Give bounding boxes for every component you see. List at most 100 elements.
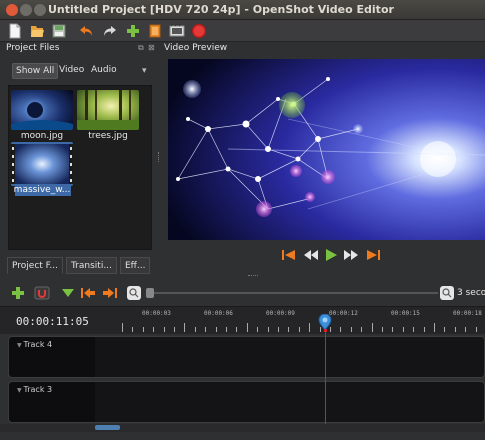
maximize-window-button[interactable] bbox=[34, 4, 46, 16]
ruler-tick bbox=[402, 327, 404, 332]
ruler-label: 00:00:15 bbox=[391, 310, 420, 317]
new-project-icon[interactable] bbox=[6, 22, 24, 40]
rewind-icon[interactable] bbox=[302, 246, 320, 264]
minimize-window-button[interactable] bbox=[20, 4, 32, 16]
track-header[interactable]: ▼ Track 4 bbox=[9, 337, 95, 377]
project-files-title: Project Files bbox=[6, 43, 60, 53]
ruler-tick bbox=[340, 327, 342, 332]
ruler-label: 00:00:12 bbox=[329, 310, 358, 317]
file-thumbnail-massive[interactable] bbox=[11, 142, 73, 186]
open-project-icon[interactable] bbox=[28, 22, 46, 40]
ruler-tick bbox=[298, 327, 300, 332]
scrollbar-thumb[interactable] bbox=[95, 425, 120, 430]
ruler-tick bbox=[153, 327, 155, 332]
ruler-tick bbox=[257, 327, 259, 332]
main-toolbar bbox=[0, 20, 485, 42]
export-video-icon[interactable] bbox=[168, 22, 186, 40]
ruler-tick bbox=[382, 327, 383, 332]
snapping-icon[interactable] bbox=[33, 284, 51, 302]
ruler-tick bbox=[392, 327, 394, 332]
filter-show-all-tab[interactable]: Show All bbox=[12, 63, 59, 79]
jump-to-end-icon[interactable] bbox=[364, 246, 382, 264]
track-header[interactable]: ▼ Track 3 bbox=[9, 382, 95, 422]
redo-icon[interactable] bbox=[100, 22, 118, 40]
ruler-tick bbox=[475, 327, 477, 332]
play-icon[interactable] bbox=[322, 246, 340, 264]
ruler-tick bbox=[288, 327, 290, 332]
ruler-tick bbox=[413, 327, 415, 332]
tab-transitions[interactable]: Transiti... bbox=[66, 257, 117, 274]
timecode-display: 00:00:11:05 bbox=[16, 315, 89, 328]
add-track-icon[interactable] bbox=[9, 284, 27, 302]
ruler-tick bbox=[278, 327, 279, 332]
previous-marker-icon[interactable] bbox=[79, 284, 97, 302]
filter-menu-icon[interactable]: ▾ bbox=[142, 66, 147, 76]
zoom-out-icon[interactable] bbox=[126, 285, 142, 301]
tab-effects[interactable]: Eff... bbox=[120, 257, 151, 274]
title-bar: Untitled Project [HDV 720 24p] - OpenSho… bbox=[0, 0, 485, 20]
track-name: ▼ Track 4 bbox=[17, 340, 53, 349]
add-marker-icon[interactable] bbox=[59, 284, 77, 302]
ruler-tick bbox=[246, 323, 248, 332]
ruler-tick bbox=[184, 323, 186, 332]
save-project-icon[interactable] bbox=[50, 22, 68, 40]
ruler-tick bbox=[371, 323, 373, 332]
zoom-level-label: 3 secor bbox=[457, 288, 485, 298]
playhead-line bbox=[325, 330, 326, 424]
ruler-tick bbox=[205, 327, 207, 332]
ruler-label: 00:00:18 bbox=[453, 310, 482, 317]
undo-icon[interactable] bbox=[78, 22, 96, 40]
ruler-tick bbox=[454, 327, 456, 332]
filter-video-tab[interactable]: Video bbox=[56, 63, 87, 79]
ruler-tick bbox=[142, 327, 144, 332]
profile-icon[interactable] bbox=[146, 22, 164, 40]
ruler-tick bbox=[267, 327, 269, 332]
ruler-tick bbox=[132, 327, 134, 332]
file-name-trees: trees.jpg bbox=[88, 131, 128, 141]
ruler-tick bbox=[174, 327, 175, 332]
file-name-massive: massive_w... bbox=[13, 185, 71, 195]
jump-to-start-icon[interactable] bbox=[280, 246, 298, 264]
ruler-label: 00:00:09 bbox=[266, 310, 295, 317]
ruler-tick bbox=[122, 323, 123, 332]
timeline-horizontal-scrollbar[interactable] bbox=[0, 424, 485, 432]
track-name: ▼ Track 3 bbox=[17, 385, 53, 394]
ruler-tick bbox=[423, 327, 425, 332]
playhead-marker[interactable] bbox=[318, 313, 332, 332]
track-row[interactable]: ▼ Track 3 bbox=[8, 381, 485, 423]
file-thumbnail-moon[interactable] bbox=[11, 90, 73, 130]
ruler-tick bbox=[465, 327, 467, 332]
import-files-icon[interactable] bbox=[124, 22, 142, 40]
zoom-in-icon[interactable] bbox=[439, 285, 455, 301]
ruler-label: 00:00:06 bbox=[204, 310, 233, 317]
file-thumbnail-trees[interactable] bbox=[77, 90, 139, 130]
ruler-tick bbox=[163, 327, 165, 332]
ruler-tick bbox=[361, 327, 363, 332]
ruler-tick bbox=[350, 327, 352, 332]
filter-audio-tab[interactable]: Audio bbox=[88, 63, 120, 79]
ruler-tick bbox=[444, 327, 446, 332]
ruler-tick bbox=[236, 327, 238, 332]
ruler-tick bbox=[215, 327, 217, 332]
video-preview-canvas[interactable] bbox=[168, 59, 485, 240]
fast-forward-icon[interactable] bbox=[342, 246, 360, 264]
next-marker-icon[interactable] bbox=[101, 284, 119, 302]
dock-float-icon[interactable]: ⧉ bbox=[138, 43, 144, 53]
zoom-slider-track[interactable] bbox=[148, 292, 438, 294]
dock-close-icon[interactable]: ⊠ bbox=[148, 43, 155, 52]
file-filter-bar: Show All Video Audio ▾ bbox=[8, 62, 153, 82]
timeline-splitter-handle[interactable] bbox=[248, 275, 258, 277]
ruler-label: 00:00:03 bbox=[142, 310, 171, 317]
record-icon[interactable] bbox=[190, 22, 208, 40]
tab-project-files[interactable]: Project F... bbox=[7, 257, 63, 274]
ruler-tick bbox=[309, 323, 311, 332]
video-preview-title: Video Preview bbox=[164, 43, 228, 53]
close-window-button[interactable] bbox=[6, 4, 18, 16]
zoom-slider-handle[interactable] bbox=[146, 288, 154, 298]
playback-controls bbox=[280, 246, 390, 266]
project-files-list: moon.jpg trees.jpg massive_w... bbox=[8, 85, 152, 250]
panel-splitter-handle[interactable] bbox=[158, 152, 160, 162]
track-row[interactable]: ▼ Track 4 bbox=[8, 336, 485, 378]
ruler-tick bbox=[434, 323, 435, 332]
ruler-tick bbox=[194, 327, 196, 332]
